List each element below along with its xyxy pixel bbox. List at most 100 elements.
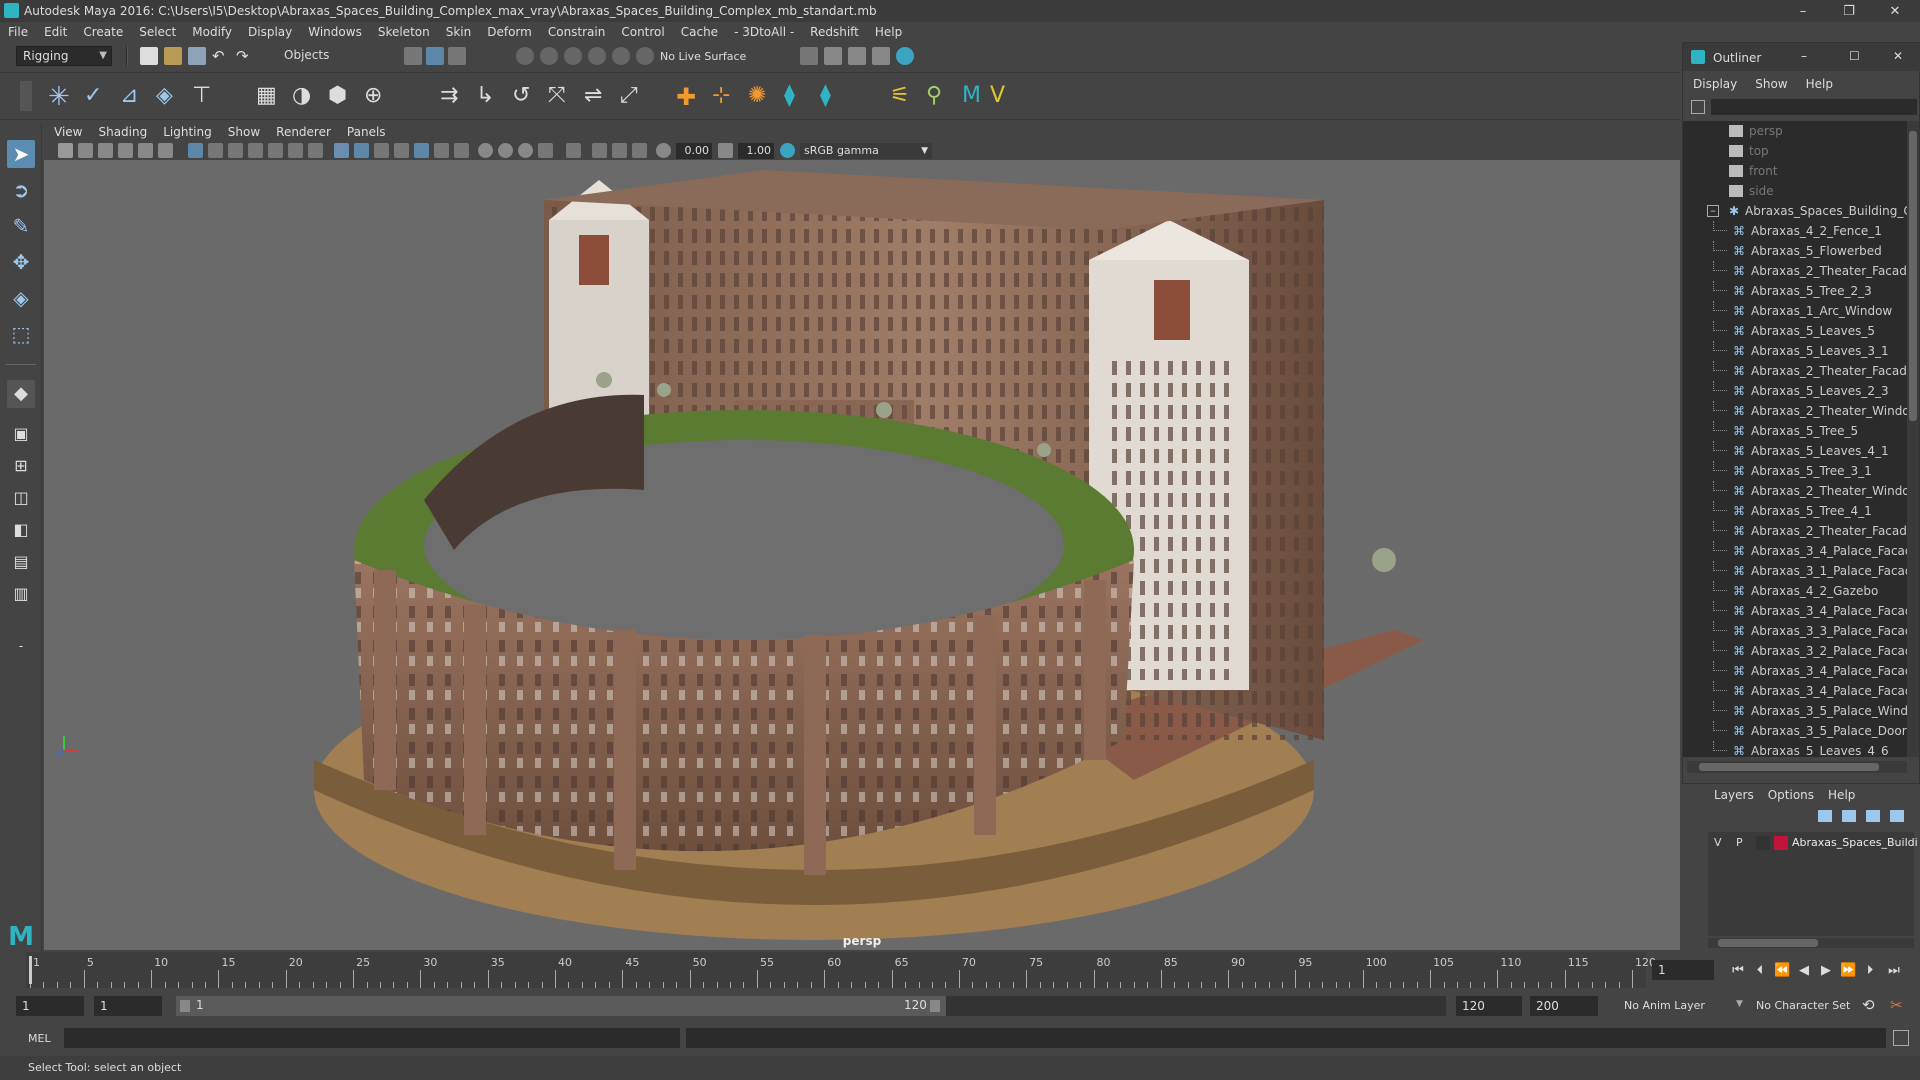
live-surface-icon[interactable] xyxy=(636,47,654,65)
select-component-icon[interactable] xyxy=(448,47,466,65)
outliner-camera-top[interactable]: top xyxy=(1683,141,1907,161)
range-slider[interactable]: 1 120 xyxy=(176,996,946,1016)
current-frame-field[interactable]: 1 xyxy=(1652,960,1714,980)
menu-redshift[interactable]: Redshift xyxy=(810,25,859,39)
move-tool-icon[interactable]: ✥ xyxy=(7,248,35,276)
outliner-item[interactable]: ⌘ Abraxas_5_Flowerbed xyxy=(1683,241,1907,261)
scale-tool-icon[interactable]: ⬚ xyxy=(7,320,35,348)
gamma-field[interactable]: 1.00 xyxy=(738,143,774,159)
outliner-camera-front[interactable]: front xyxy=(1683,161,1907,181)
locator-icon[interactable]: ✚ xyxy=(676,83,704,111)
outliner-item[interactable]: ⌘ Abraxas_4_2_Gazebo xyxy=(1683,581,1907,601)
panel-menu-shading[interactable]: Shading xyxy=(98,125,147,139)
use-default-material-icon[interactable] xyxy=(374,143,389,158)
film-gate-icon[interactable] xyxy=(208,143,223,158)
isolate-select-icon[interactable] xyxy=(566,143,581,158)
last-tool-icon[interactable]: ◆ xyxy=(7,380,35,408)
layer-playback-toggle[interactable]: P xyxy=(1736,836,1743,849)
menu-3dtoall[interactable]: - 3DtoAll - xyxy=(734,25,794,39)
ik-handle-icon[interactable]: ✓ xyxy=(84,83,112,111)
menu-skeleton[interactable]: Skeleton xyxy=(378,25,430,39)
selection-mode-dropdown[interactable]: Objects xyxy=(278,46,378,66)
range-start-handle[interactable] xyxy=(180,1000,190,1012)
panel-menu-lighting[interactable]: Lighting xyxy=(163,125,212,139)
collapse-icon[interactable]: – xyxy=(1707,205,1719,217)
wrap-icon[interactable]: ⬢ xyxy=(328,83,356,111)
bookmark-icon[interactable] xyxy=(98,143,113,158)
command-input[interactable] xyxy=(64,1028,680,1048)
interactive-bind-icon[interactable]: ↳ xyxy=(476,83,504,111)
animation-preferences-icon[interactable]: ✂ xyxy=(1890,996,1908,1014)
outliner-item[interactable]: ⌘ Abraxas_3_4_Palace_Facade xyxy=(1683,541,1907,561)
outliner-item[interactable]: ⌘ Abraxas_4_2_Fence_1 xyxy=(1683,221,1907,241)
outliner-item[interactable]: ⌘ Abraxas_2_Theater_Windo xyxy=(1683,401,1907,421)
open-scene-icon[interactable] xyxy=(164,47,182,65)
parent-constraint-icon[interactable]: ⧫ xyxy=(820,83,848,111)
smooth-shade-icon[interactable] xyxy=(354,143,369,158)
anim-layer-dropdown[interactable]: No Anim Layer xyxy=(1620,996,1730,1016)
textured-icon[interactable] xyxy=(414,143,429,158)
camera-attributes-icon[interactable] xyxy=(78,143,93,158)
layer-color-swatch[interactable] xyxy=(1774,836,1788,850)
panel-menu-view[interactable]: View xyxy=(54,125,82,139)
outliner-item[interactable]: ⌘ Abraxas_2_Theater_Facade xyxy=(1683,361,1907,381)
layer-reference-toggle[interactable] xyxy=(1756,836,1770,850)
set-driven-key-icon[interactable]: ⚲ xyxy=(926,83,954,111)
insert-joint-icon[interactable]: ◈ xyxy=(156,83,184,111)
layer-row[interactable]: V P Abraxas_Spaces_Buildi xyxy=(1708,834,1918,852)
xray-joints-icon[interactable] xyxy=(632,143,647,158)
time-ruler[interactable]: 1 5 10 15 20 25 30 35 40 45 50 55 60 65 70 75 80 85 90 95 10… xyxy=(26,952,1656,988)
two-d-pan-icon[interactable] xyxy=(138,143,153,158)
screen-space-ao-icon[interactable] xyxy=(478,143,493,158)
cluster-icon[interactable]: ◑ xyxy=(292,83,320,111)
xray-active-components-icon[interactable] xyxy=(612,143,627,158)
end-time-field[interactable]: 200 xyxy=(1530,996,1598,1016)
exposure-icon[interactable] xyxy=(656,143,671,158)
menu-deform[interactable]: Deform xyxy=(487,25,532,39)
outliner-item[interactable]: ⌘ Abraxas_3_4_Palace_Facade xyxy=(1683,661,1907,681)
outliner-item[interactable]: ⌘ Abraxas_5_Tree_4_1 xyxy=(1683,501,1907,521)
render-settings-icon[interactable] xyxy=(800,47,818,65)
menu-windows[interactable]: Windows xyxy=(308,25,362,39)
chevron-down-icon[interactable]: ▼ xyxy=(1736,999,1743,1009)
script-editor-icon[interactable] xyxy=(1893,1030,1909,1046)
outliner-scrollbar-thumb[interactable] xyxy=(1909,131,1917,421)
outliner-minimize-button[interactable]: – xyxy=(1801,49,1807,63)
go-to-start-icon[interactable]: ⏮ xyxy=(1730,963,1746,979)
play-forward-icon[interactable]: ▶ xyxy=(1818,963,1834,979)
step-back-icon[interactable]: ⏴ xyxy=(1752,963,1768,979)
blendshape-icon[interactable]: ⚟ xyxy=(890,83,918,111)
layer-visibility-toggle[interactable]: V xyxy=(1714,836,1722,849)
save-scene-icon[interactable] xyxy=(188,47,206,65)
outliner-list[interactable]: persp top front side – ✱ Abraxas_Spaces_… xyxy=(1683,121,1907,757)
outliner-close-button[interactable]: ✕ xyxy=(1893,49,1903,63)
menu-help[interactable]: Help xyxy=(875,25,902,39)
select-hierarchy-icon[interactable] xyxy=(404,47,422,65)
four-pane-layout-icon[interactable]: ⊞ xyxy=(7,452,35,480)
menu-cache[interactable]: Cache xyxy=(681,25,718,39)
menu-display[interactable]: Display xyxy=(248,25,292,39)
hypershade-icon[interactable] xyxy=(896,47,914,65)
auto-key-icon[interactable]: ⟲ xyxy=(1862,996,1880,1014)
snap-grid-icon[interactable] xyxy=(516,47,534,65)
close-button[interactable]: ✕ xyxy=(1872,0,1918,22)
hotbox-icon[interactable]: V xyxy=(990,83,1018,111)
new-layer-selected-icon[interactable] xyxy=(1890,810,1904,822)
grease-pencil-icon[interactable] xyxy=(158,143,173,158)
point-constraint-icon[interactable]: ⊹ xyxy=(712,83,740,111)
select-object-icon[interactable] xyxy=(426,47,444,65)
maya-logo-icon[interactable]: M xyxy=(962,83,990,111)
outliner-camera-side[interactable]: side xyxy=(1683,181,1907,201)
outliner-item[interactable]: ⌘ Abraxas_5_Leaves_2_3 xyxy=(1683,381,1907,401)
new-scene-icon[interactable] xyxy=(140,47,158,65)
resolution-gate-icon[interactable] xyxy=(228,143,243,158)
single-pane-layout-icon[interactable]: ▣ xyxy=(7,420,35,448)
field-chart-icon[interactable] xyxy=(268,143,283,158)
use-all-lights-icon[interactable] xyxy=(434,143,449,158)
outliner-item[interactable]: ⌘ Abraxas_3_1_Palace_Facade xyxy=(1683,561,1907,581)
menu-modify[interactable]: Modify xyxy=(192,25,232,39)
snap-surface-icon[interactable] xyxy=(612,47,630,65)
camera-select-icon[interactable] xyxy=(58,143,73,158)
outliner-item[interactable]: ⌘ Abraxas_2_Theater_Windo xyxy=(1683,481,1907,501)
render-view-icon[interactable] xyxy=(872,47,890,65)
